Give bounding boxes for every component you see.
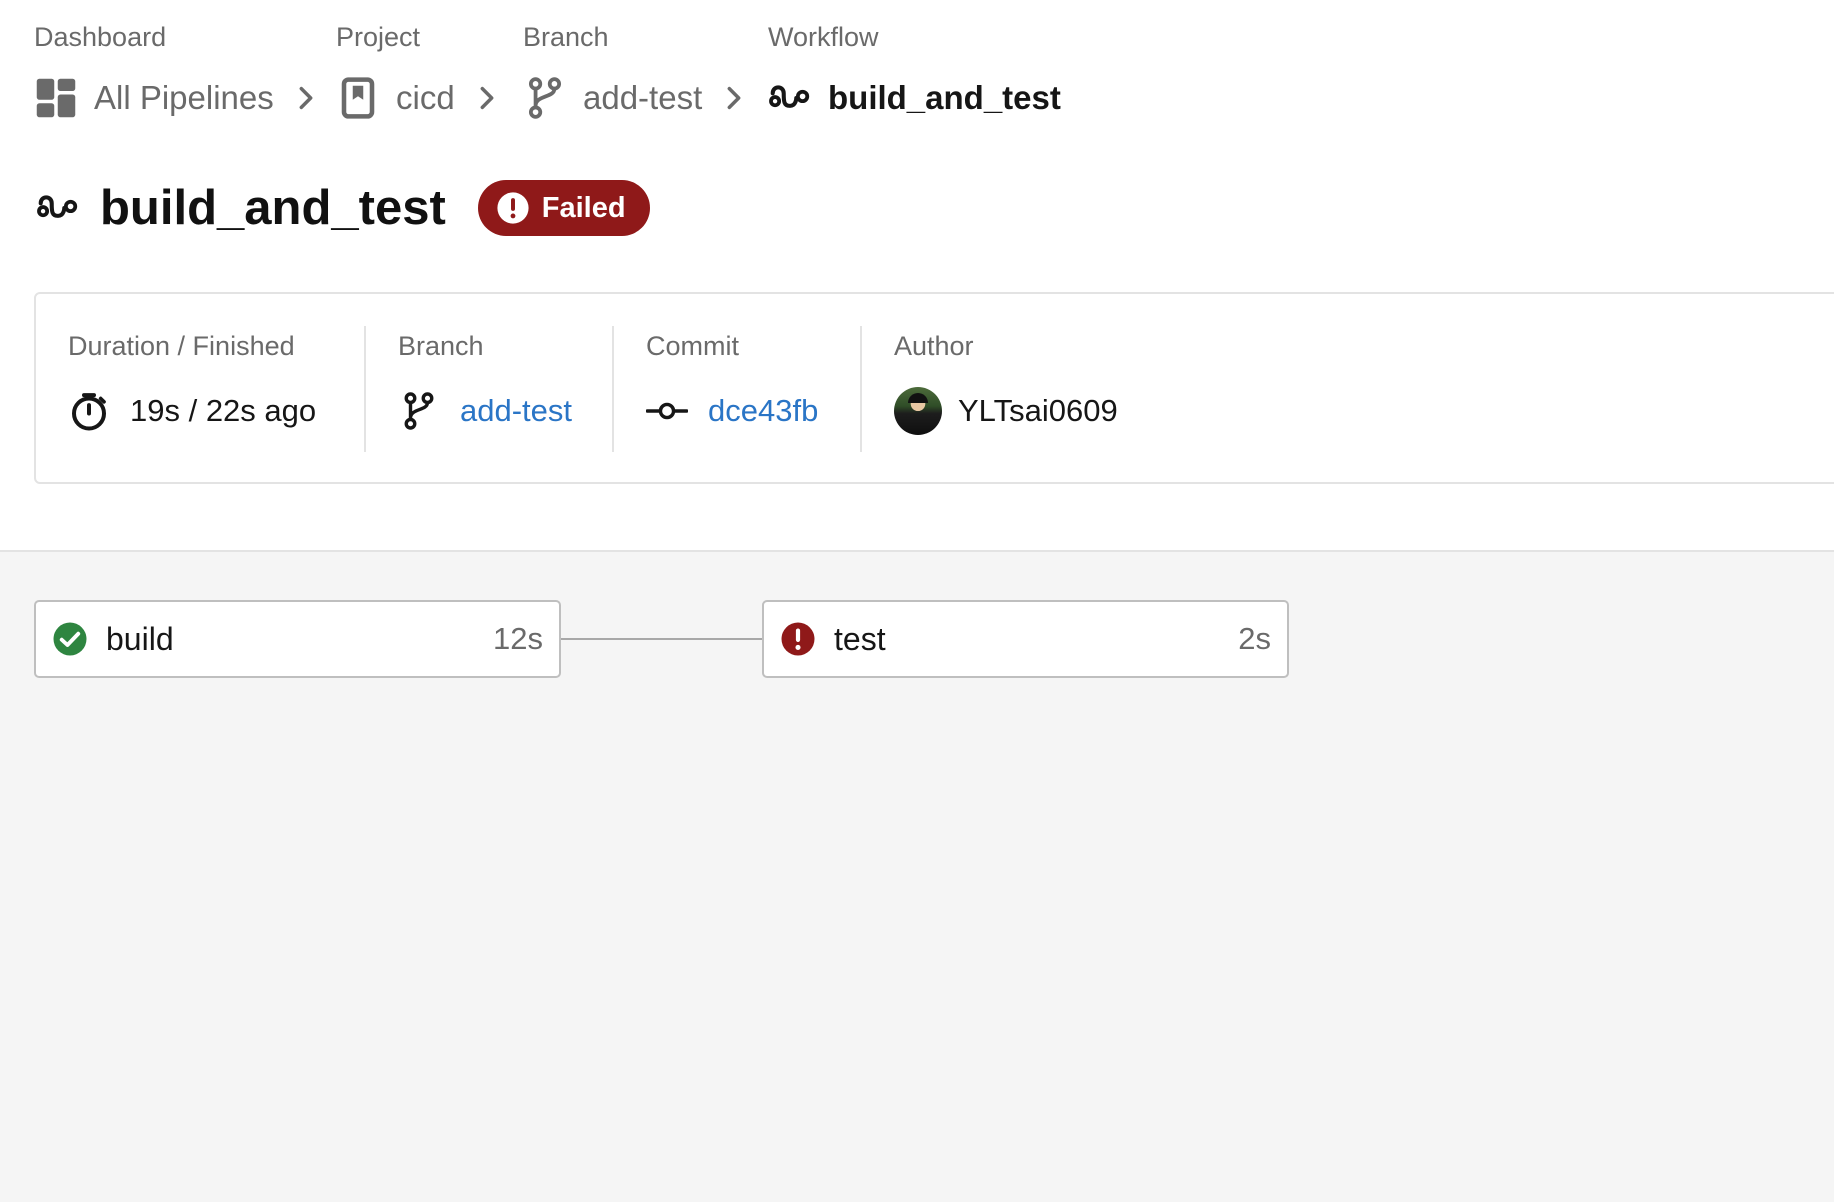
author-value-row: YLTsai0609 [894,386,1160,436]
breadcrumb-category: Project [336,22,421,52]
duration-value: 19s / 22s ago [130,393,317,428]
workflow-info-card: Duration / Finished 19s / 22s ago Branch… [34,292,1834,484]
breadcrumb-workflow: Workflow build_and_test [768,18,1061,130]
chevron-right-icon [292,84,320,112]
job-name: test [834,620,886,657]
author-label: Author [894,331,974,361]
page-title: build_and_test [100,181,446,235]
breadcrumb-branch: Branch add-test [523,18,748,130]
author-name: YLTsai0609 [958,393,1118,428]
commit-icon [646,390,688,432]
breadcrumb-category: Branch [523,22,609,52]
alert-icon [496,191,530,225]
success-check-icon [52,621,88,657]
branch-icon [523,76,567,120]
breadcrumb-project: Project cicd [336,18,501,130]
breadcrumb-category: Workflow [768,22,879,52]
duration-value-row: 19s / 22s ago [68,386,368,436]
author-column: Author YLTsai0609 [860,326,1160,452]
status-badge: Failed [477,180,650,236]
breadcrumb-label: build_and_test [828,79,1061,116]
workflow-icon [768,76,812,120]
branch-label: Branch [398,331,484,361]
duration-column: Duration / Finished 19s / 22s ago [68,326,368,452]
workflow-title-row: build_and_test Failed [36,178,650,238]
job-duration: 12s [493,621,543,656]
breadcrumb-dashboard: Dashboard All Pipelines [34,18,320,130]
workflow-header-area: Dashboard All Pipelines Project cicd Bra… [0,0,1834,550]
breadcrumb-category: Dashboard [34,22,167,52]
branch-value-row: add-test [398,386,612,436]
failed-alert-icon [780,621,816,657]
breadcrumb-current-workflow: build_and_test [768,66,1061,130]
breadcrumb-link-all-pipelines[interactable]: All Pipelines [34,66,320,130]
commit-link[interactable]: dce43fb [708,393,818,429]
job-connector-line [561,638,763,640]
job-node-build[interactable]: build 12s [34,600,561,678]
breadcrumb-label: cicd [396,79,455,116]
chevron-right-icon [473,84,501,112]
breadcrumb-link-branch[interactable]: add-test [523,66,748,130]
breadcrumb-label: add-test [583,79,703,116]
job-duration: 2s [1238,621,1271,656]
avatar [894,387,942,435]
branch-icon [398,390,440,432]
project-bookmark-icon [336,76,380,120]
chevron-right-icon [720,84,748,112]
branch-link[interactable]: add-test [460,393,572,429]
job-name: build [106,620,174,657]
branch-column: Branch add-test [364,326,612,452]
job-node-test[interactable]: test 2s [762,600,1289,678]
duration-label: Duration / Finished [68,331,295,361]
breadcrumb-label: All Pipelines [94,79,274,116]
workflow-icon [36,190,80,226]
commit-column: Commit dce43fb [612,326,860,452]
dashboard-icon [34,76,78,120]
timer-icon [68,390,110,432]
commit-label: Commit [646,331,739,361]
breadcrumb-link-project[interactable]: cicd [336,66,501,130]
status-label: Failed [541,191,626,224]
commit-value-row: dce43fb [646,386,860,436]
